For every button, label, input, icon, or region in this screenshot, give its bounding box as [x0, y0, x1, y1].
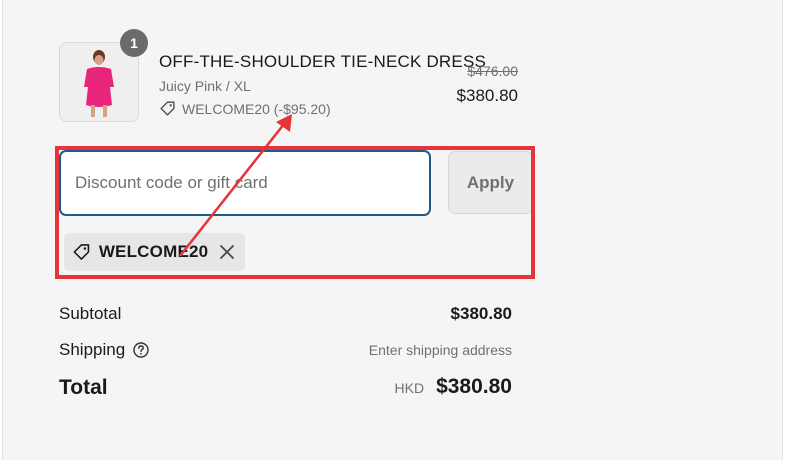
shipping-label: Shipping: [59, 340, 126, 359]
tag-icon: [73, 244, 90, 260]
close-icon[interactable]: [219, 245, 234, 259]
total-value: $380.80: [436, 375, 512, 398]
tag-icon: [160, 101, 175, 116]
applied-discount-code: WELCOME20: [98, 242, 209, 261]
help-circle-icon[interactable]: [133, 342, 149, 358]
shipping-row: Shipping: [59, 340, 149, 360]
applied-discount-chip: WELCOME20: [64, 233, 245, 271]
subtotal-label: Subtotal: [59, 304, 122, 323]
product-discount-line: WELCOME20 (-$95.20): [159, 100, 331, 117]
apply-button[interactable]: Apply: [448, 151, 533, 214]
subtotal-value: $380.80: [450, 304, 512, 323]
shipping-value: Enter shipping address: [368, 342, 512, 358]
remove-discount-button[interactable]: [216, 241, 237, 263]
compare-at-price: $476.00: [467, 63, 518, 79]
total-amount: HKD $380.80: [395, 375, 512, 399]
currency-code: HKD: [394, 380, 425, 396]
order-summary-panel: 1 OFF-THE-SHOULDER TIE-NECK DRESS Juicy …: [2, 0, 783, 460]
product-price: $380.80: [456, 86, 518, 105]
discount-code-input[interactable]: [59, 150, 431, 216]
product-title: OFF-THE-SHOULDER TIE-NECK DRESS: [159, 52, 487, 71]
product-variant: Juicy Pink / XL: [159, 78, 251, 94]
quantity-badge: 1: [120, 29, 148, 57]
total-label: Total: [59, 376, 108, 399]
product-discount-text: WELCOME20 (-$95.20): [182, 100, 331, 117]
